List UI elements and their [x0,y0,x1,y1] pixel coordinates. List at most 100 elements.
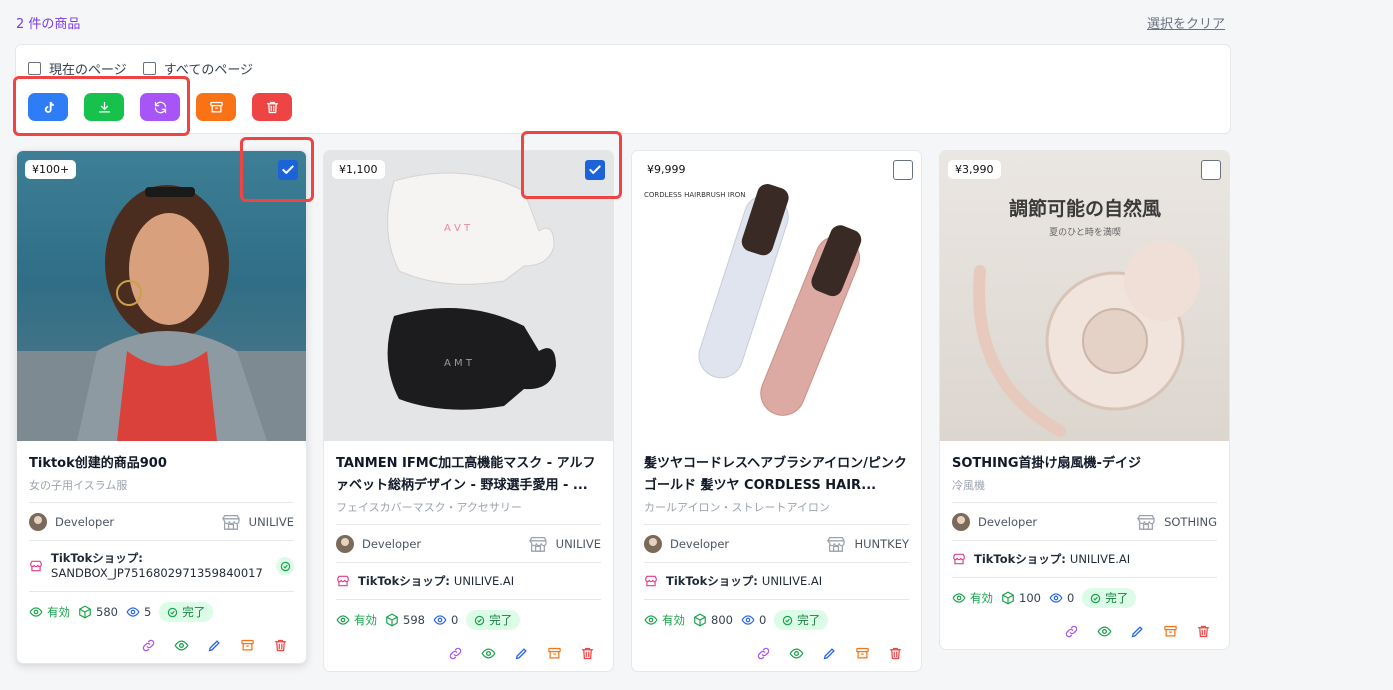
card-actions [29,632,294,653]
product-category: フェイスカバーマスク・アクセサリー [336,499,601,525]
store-name: UNILIVE [555,537,601,551]
shop-value: UNILIVE.AI [761,574,823,588]
eye-icon [336,615,350,625]
synced-status-icon [276,557,294,575]
status-text: 完了 [797,613,821,627]
eye-icon [644,615,658,625]
preview-icon[interactable] [1097,624,1112,639]
archive-icon[interactable] [1163,624,1178,639]
product-title[interactable]: Tiktok创建的商品900 [29,453,294,475]
link-icon[interactable] [141,638,156,653]
developer-name: Developer [978,515,1038,529]
trash-icon[interactable] [1196,624,1211,639]
view-icon [1049,593,1063,603]
checkmark-icon [589,165,601,174]
link-icon[interactable] [448,646,463,661]
store-name: SOTHING [1164,515,1217,529]
select-checkbox[interactable] [585,160,605,180]
view-icon [433,615,447,625]
link-icon[interactable] [756,646,771,661]
product-title[interactable]: 髪ツヤコードレスヘアブラシアイロン/ピンクゴールド 髪ツヤ CORDLESS H… [644,453,909,497]
avatar [29,513,47,531]
trash-icon[interactable] [273,638,288,653]
select-checkbox[interactable] [278,160,298,180]
select-checkbox[interactable] [893,160,913,180]
tiktok-icon [44,101,54,113]
preview-icon[interactable] [481,646,496,661]
edit-icon[interactable] [514,646,529,661]
product-card[interactable]: A V T A M T ¥1,100 TANMEN IFMC加工高機能マスク -… [323,150,614,672]
status-text: 完了 [489,613,513,627]
download-button[interactable] [84,93,124,121]
checkbox-box[interactable] [142,62,156,75]
stock-count: 100 [1019,591,1041,605]
clear-selection-link[interactable]: 選択をクリア [1147,13,1225,32]
archive-icon[interactable] [240,638,255,653]
product-title[interactable]: SOTHING首掛け扇風機-デイジ [952,453,1217,475]
check-circle-icon [783,615,793,625]
view-count: 0 [450,613,459,627]
delete-button[interactable] [252,93,292,121]
all-pages-checkbox[interactable]: すべてのページ [142,59,254,78]
download-icon [98,101,110,112]
developer-row: Developer SOTHING [952,503,1217,541]
checkmark-icon [282,165,294,174]
view-count: 0 [758,613,767,627]
edit-icon[interactable] [207,638,222,653]
model-photo [17,185,306,441]
shop-value: SANDBOX_JP7516802971359840017 [51,566,263,580]
archive-button[interactable] [196,93,236,121]
product-card[interactable]: ¥100+ Tiktok创建的商品900 女の子用イスラム服 Developer… [16,150,307,664]
stats-row: 有効 800 0 完了 [644,600,909,640]
eye-icon [29,607,43,617]
checkbox-box[interactable] [28,62,41,75]
selected-count: 2 件の商品 [16,17,81,32]
product-selection-page: 2 件の商品 選択をクリア 現在のページ すべてのページ ¥100+ Tikto… [0,0,1393,690]
box-icon [79,605,91,619]
price-badge: ¥1,100 [332,160,385,179]
status-badge: 完了 [159,602,214,622]
edit-icon[interactable] [1130,624,1145,639]
view-icon [741,615,755,625]
current-page-checkbox[interactable]: 現在のページ [28,59,127,78]
developer-row: Developer UNILIVE [336,525,601,563]
product-image-subline: 夏のひと時を満喫 [1049,226,1121,238]
shop-label: TikTokショップ: [51,551,143,565]
product-image: ¥100+ [17,151,306,441]
archive-icon[interactable] [855,646,870,661]
preview-icon[interactable] [789,646,804,661]
product-title[interactable]: TANMEN IFMC加工高機能マスク - アルファベット総柄デザイン - 野球… [336,453,601,497]
product-card[interactable]: CORDLESS HAIRBRUSH IRON ¥9,999 髪ツヤコードレスヘ… [631,150,922,672]
sync-button[interactable] [140,93,180,121]
tiktok-publish-button[interactable] [28,93,68,121]
stock-count: 800 [711,613,733,627]
trash-icon[interactable] [580,646,595,661]
stats-row: 有効 580 5 完了 [29,592,294,632]
view-count: 0 [1066,591,1075,605]
box-icon [386,613,398,627]
avatar [952,513,970,531]
store-icon [221,514,240,530]
view-count: 5 [143,605,152,619]
trash-icon[interactable] [888,646,903,661]
select-checkbox[interactable] [1201,160,1221,180]
developer-name: Developer [55,515,115,529]
shop-value: UNILIVE.AI [453,574,515,588]
all-pages-label: すべてのページ [163,63,254,78]
status-active: 有効 [662,613,685,627]
product-image-text: CORDLESS HAIRBRUSH IRON [644,191,745,199]
edit-icon[interactable] [822,646,837,661]
hairbrush-photo: CORDLESS HAIRBRUSH IRON [644,184,862,416]
status-badge: 完了 [1082,588,1137,608]
shop-row: TikTokショップ: UNILIVE.AI [336,563,601,600]
store-icon [1136,514,1155,530]
shop-icon [645,575,657,587]
status-badge: 完了 [466,610,521,630]
product-card[interactable]: 調節可能の自然風 夏のひと時を満喫 ¥3,990 SOTHING首掛け扇風機-デ… [939,150,1230,650]
mask-photo: A V T A M T [387,172,556,410]
status-active: 有効 [47,605,70,619]
preview-icon[interactable] [174,638,189,653]
link-icon[interactable] [1064,624,1079,639]
eye-icon [952,593,966,603]
archive-icon[interactable] [547,646,562,661]
